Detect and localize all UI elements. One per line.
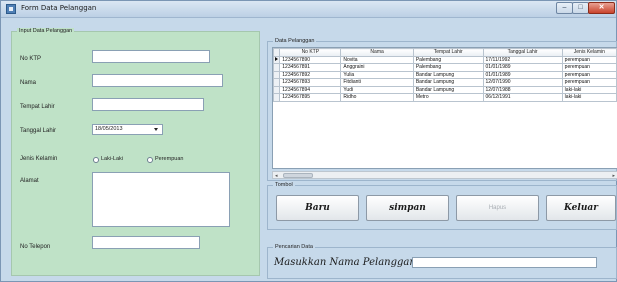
title-bar: Form Data Pelanggan – □ ✕: [1, 1, 616, 18]
form-window: Form Data Pelanggan – □ ✕ Input Data Pel…: [0, 0, 617, 282]
table-cell[interactable]: Anggraini: [340, 63, 414, 72]
scrollbar-thumb[interactable]: [283, 173, 313, 178]
data-grid[interactable]: No KTP Nama Tempat Lahir Tanggal Lahir J…: [272, 47, 617, 169]
table-cell[interactable]: Palembang: [412, 55, 484, 64]
table-cell[interactable]: Metro: [412, 93, 484, 102]
simpan-button[interactable]: simpan: [366, 195, 449, 221]
nama-input[interactable]: [92, 74, 223, 87]
table-cell[interactable]: perempuan: [561, 78, 617, 87]
data-group-caption: Data Pelanggan: [273, 38, 317, 44]
column-header[interactable]: Tanggal Lahir: [482, 48, 563, 57]
table-cell[interactable]: Ridho: [340, 93, 414, 102]
table-cell[interactable]: 1234567892: [279, 70, 342, 79]
table-cell[interactable]: laki-laki: [561, 85, 617, 94]
tanggal-lahir-value: 18/05/2013: [95, 126, 123, 132]
table-cell[interactable]: Bandar Lampung: [412, 85, 484, 94]
table-row[interactable]: 1234567892 Yulia Bandar Lampung 01/01/1989 p…: [273, 70, 617, 79]
search-label: Masukkan Nama Pelanggan: [274, 257, 416, 268]
table-header-row: No KTP Nama Tempat Lahir Tanggal Lahir J…: [273, 48, 617, 57]
column-header[interactable]: Nama: [340, 48, 414, 57]
tempat-lahir-label: Tempat Lahir: [20, 104, 55, 110]
baru-button[interactable]: Baru: [276, 195, 359, 221]
table-cell[interactable]: Yulia: [340, 70, 414, 79]
column-header[interactable]: No KTP: [279, 48, 342, 57]
table-cell[interactable]: 1234567893: [279, 78, 342, 87]
app-icon: [6, 4, 16, 14]
maximize-button[interactable]: □: [572, 2, 589, 14]
tanggal-lahir-picker[interactable]: 18/05/2013: [92, 124, 163, 135]
input-group-caption: Input Data Pelanggan: [17, 28, 75, 34]
radio-perempuan[interactable]: [147, 157, 153, 163]
chevron-down-icon[interactable]: [154, 128, 158, 131]
table-cell[interactable]: Bandar Lampung: [412, 78, 484, 87]
minimize-button[interactable]: –: [556, 2, 573, 14]
radio-perempuan-label[interactable]: Perempuan: [155, 156, 183, 162]
table-cell[interactable]: Palembang: [412, 63, 484, 72]
alamat-label: Alamat: [20, 178, 39, 184]
current-row-arrow-icon: [275, 56, 279, 61]
tempat-lahir-input[interactable]: [92, 98, 204, 111]
radio-laki-laki[interactable]: [93, 157, 99, 163]
table-cell[interactable]: 01/01/1989: [482, 70, 563, 79]
table-cell[interactable]: Yudi: [340, 85, 414, 94]
nama-label: Nama: [20, 80, 37, 86]
table-cell[interactable]: 06/12/1991: [482, 93, 563, 102]
radio-laki-laki-label[interactable]: Laki-Laki: [101, 156, 123, 162]
table-cell[interactable]: 1234567895: [279, 93, 342, 102]
no-telepon-label: No Telepon: [20, 244, 51, 250]
table-cell[interactable]: Novita: [340, 55, 414, 64]
table-row[interactable]: 1234567895 Ridho Metro 06/12/1991 laki-laki: [273, 93, 617, 102]
table-cell[interactable]: 12/07/1988: [482, 85, 563, 94]
table-row[interactable]: 1234567894 Yudi Bandar Lampung 12/07/1988 la…: [273, 85, 617, 94]
no-ktp-input[interactable]: [92, 50, 210, 63]
table-cell[interactable]: 17/11/1992: [482, 55, 563, 64]
scroll-left-icon[interactable]: ◂: [275, 173, 278, 179]
keluar-button[interactable]: Keluar: [546, 195, 616, 221]
table-cell[interactable]: perempuan: [561, 63, 617, 72]
close-button[interactable]: ✕: [588, 2, 615, 14]
input-data-group: Input Data Pelanggan No KTP Nama Tempat …: [11, 28, 260, 276]
data-table: No KTP Nama Tempat Lahir Tanggal Lahir J…: [273, 48, 617, 102]
table-cell[interactable]: perempuan: [561, 55, 617, 64]
horizontal-scrollbar[interactable]: ◂ ▸: [272, 171, 617, 179]
tanggal-lahir-label: Tanggal Lahir: [20, 128, 57, 134]
tombol-group-caption: Tombol: [273, 182, 295, 188]
alamat-textarea[interactable]: [92, 172, 230, 227]
table-cell[interactable]: Bandar Lampung: [412, 70, 484, 79]
hapus-button[interactable]: Hapus: [456, 195, 539, 221]
table-cell[interactable]: 1234567894: [279, 85, 342, 94]
table-row[interactable]: 1234567890 Novita Palembang 17/11/1992 perem…: [273, 55, 617, 64]
table-row[interactable]: 1234567891 Anggraini Palembang 01/01/1989 pe…: [273, 63, 617, 72]
table-cell[interactable]: Fitdianti: [340, 78, 414, 87]
table-row[interactable]: 1234567893 Fitdianti Bandar Lampung 12/07/1…: [273, 78, 617, 87]
column-header[interactable]: Tempat Lahir: [412, 48, 484, 57]
table-cell[interactable]: 1234567891: [279, 63, 342, 72]
table-cell[interactable]: 1234567890: [279, 55, 342, 64]
window-title: Form Data Pelanggan: [21, 4, 97, 12]
search-input[interactable]: [412, 257, 597, 268]
table-cell[interactable]: perempuan: [561, 70, 617, 79]
pencarian-group-caption: Pencarian Data: [273, 244, 315, 250]
table-cell[interactable]: laki-laki: [561, 93, 617, 102]
scroll-right-icon[interactable]: ▸: [612, 173, 615, 179]
table-cell[interactable]: 01/01/1989: [482, 63, 563, 72]
column-header[interactable]: Jenis Kelamin: [561, 48, 617, 57]
jenis-kelamin-label: Jenis Kelamin: [20, 156, 58, 162]
table-cell[interactable]: 12/07/1990: [482, 78, 563, 87]
no-ktp-label: No KTP: [20, 56, 42, 62]
no-telepon-input[interactable]: [92, 236, 200, 249]
